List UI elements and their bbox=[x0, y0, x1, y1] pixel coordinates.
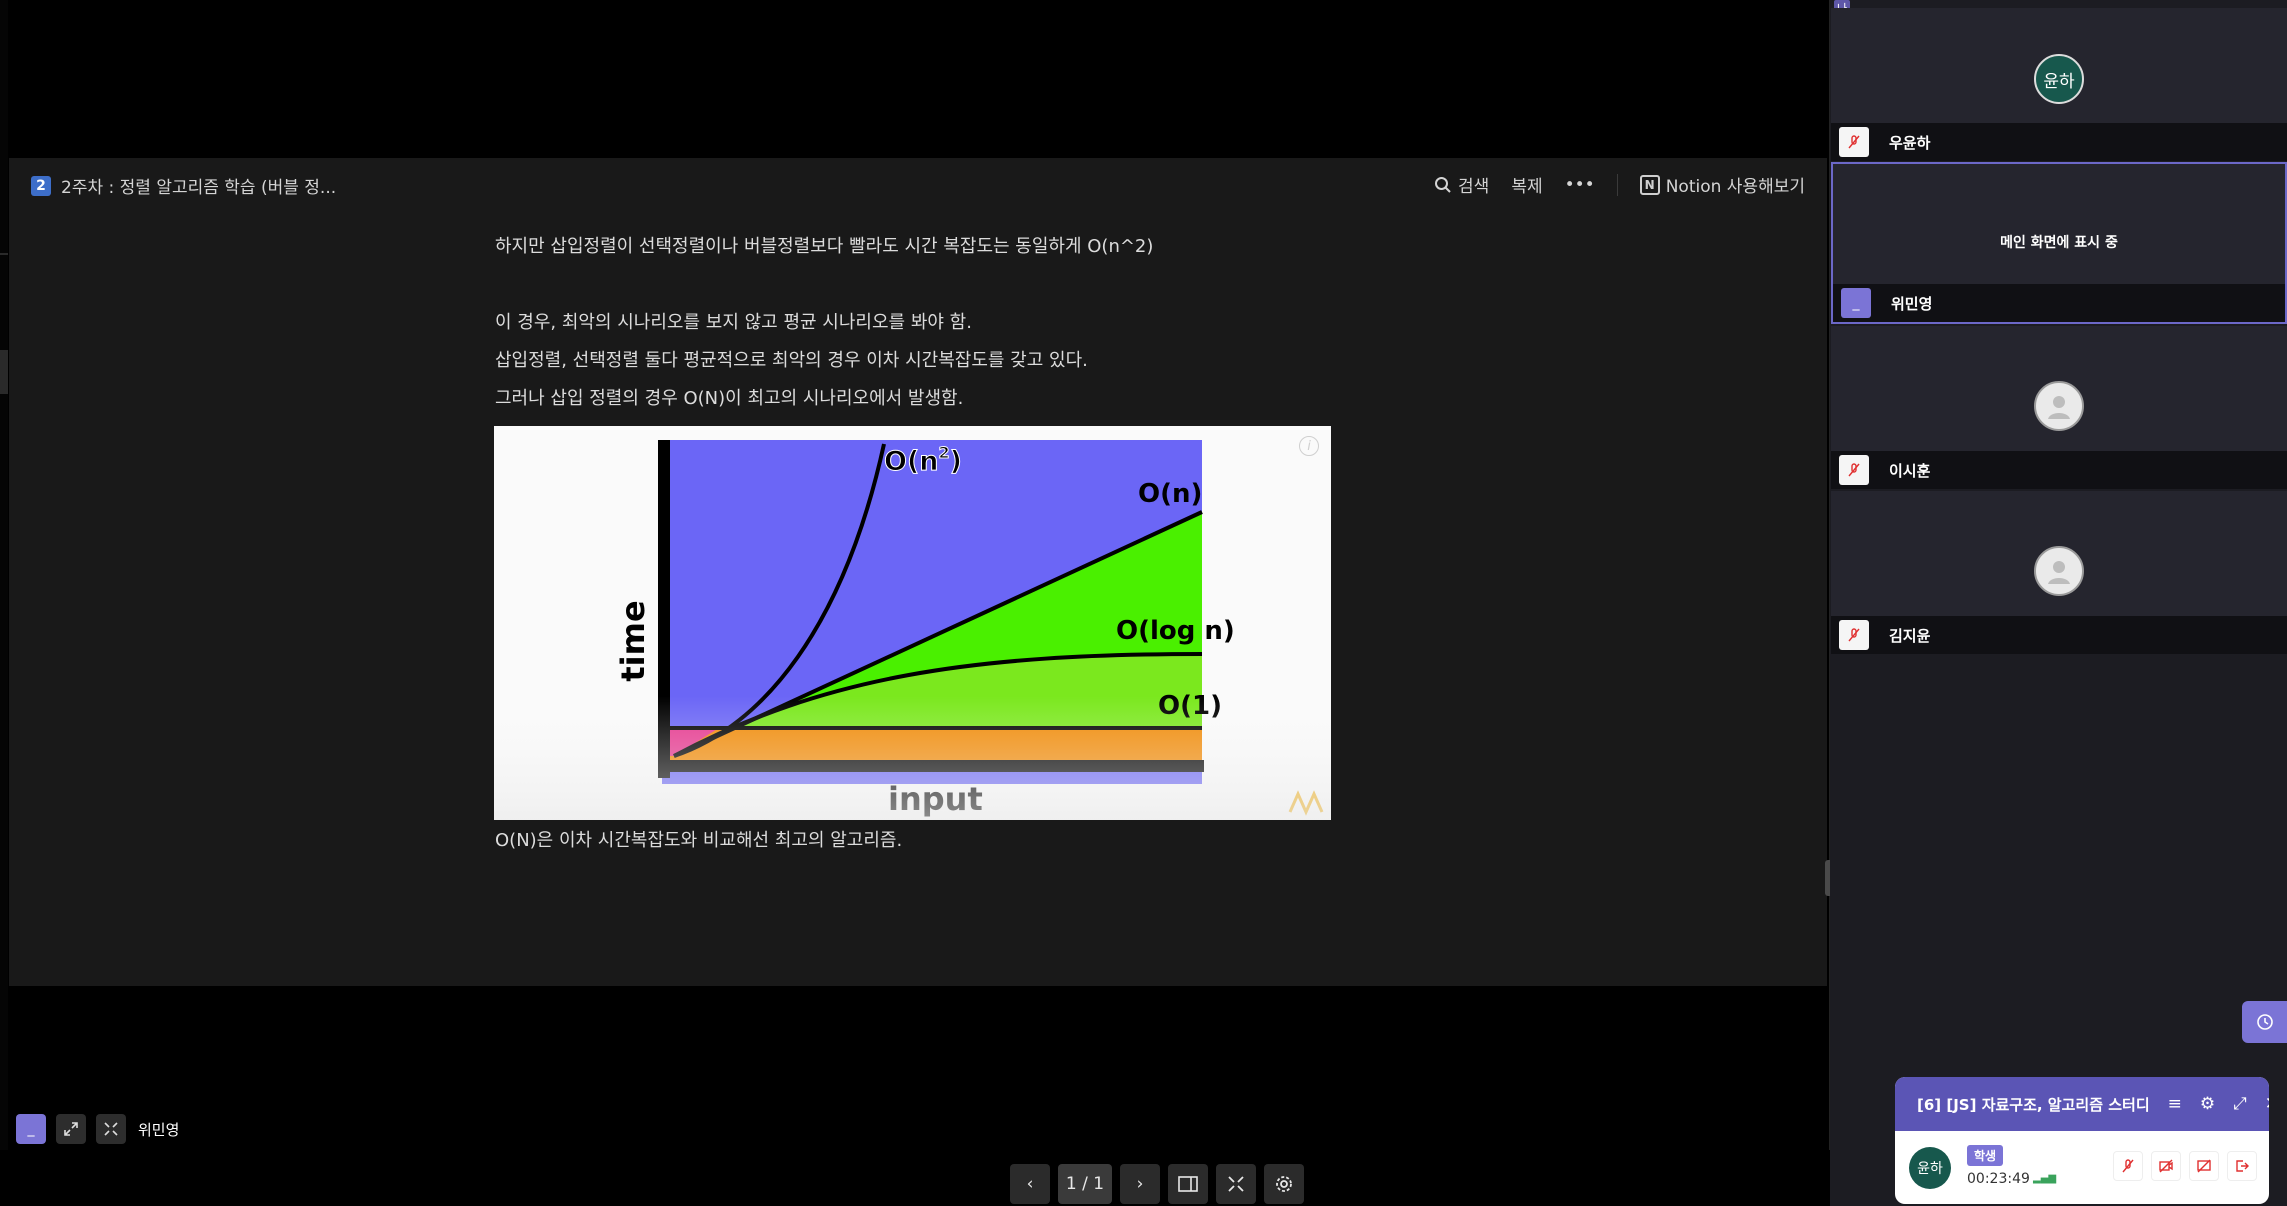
page-emoji-icon: 2 bbox=[31, 175, 51, 196]
participant-label-bar: 이시훈 bbox=[1831, 451, 2287, 489]
avatar: 윤하 bbox=[1909, 1147, 1951, 1189]
notion-logo-icon: N bbox=[1639, 174, 1660, 195]
search-icon bbox=[1435, 176, 1451, 193]
room-controls bbox=[2113, 1151, 2257, 1181]
duplicate-button[interactable]: 복제 bbox=[1511, 172, 1542, 197]
shared-screen: 2 2주차 : 정렬 알고리즘 학습 (버블 정... 검색 복제 ••• N … bbox=[0, 0, 1834, 1150]
mic-off-icon bbox=[2122, 1159, 2134, 1173]
more-button[interactable]: ••• bbox=[1565, 175, 1595, 195]
leave-icon bbox=[2236, 1160, 2249, 1172]
breadcrumb-title: 2주차 : 정렬 알고리즘 학습 (버블 정... bbox=[61, 178, 337, 198]
mic-toggle-button[interactable] bbox=[2113, 1151, 2143, 1181]
room-card: [6] [JS] 자료구조, 알고리즘 스터디 ≡ ⚙ ⤢ ✕ 윤하 학생 00… bbox=[1895, 1077, 2269, 1204]
room-body: 윤하 학생 00:23:49 ▂▄▆ bbox=[1895, 1131, 2269, 1204]
complexity-figure: O(n2) O(n) O(log n) O(1) input time i bbox=[494, 426, 1331, 820]
camera-toggle-button[interactable] bbox=[2151, 1151, 2181, 1181]
search-button[interactable]: 검색 bbox=[1434, 172, 1489, 197]
sidebar-layout-icon bbox=[1178, 1176, 1198, 1192]
paragraph: 삽입정렬, 선택정렬 둘다 평균적으로 최악의 경우 이차 시간복잡도를 갖고 … bbox=[495, 350, 1088, 371]
paragraph: 이 경우, 최악의 시나리오를 보지 않고 평균 시나리오를 봐야 함. bbox=[495, 312, 972, 333]
screen-share-toggle-button[interactable] bbox=[2189, 1151, 2219, 1181]
prev-page-button[interactable]: ‹ bbox=[1010, 1164, 1050, 1204]
fullscreen-icon bbox=[104, 1122, 118, 1136]
expand-icon bbox=[64, 1122, 78, 1136]
presenter-bar: _ 위민영 bbox=[16, 1114, 179, 1144]
bottom-fade bbox=[494, 696, 1331, 820]
participant-tile[interactable]: 김지윤 bbox=[1831, 491, 2287, 654]
close-icon[interactable]: ✕ bbox=[2265, 1094, 2269, 1114]
try-notion-label: Notion 사용해보기 bbox=[1665, 177, 1805, 197]
label-n-squared: O(n2) bbox=[884, 443, 962, 477]
notion-content: 하지만 삽입정렬이 선택정렬이나 버블정렬보다 빨라도 시간 복잡도는 동일하게… bbox=[495, 228, 1395, 418]
participant-tile-active[interactable]: 메인 화면에 표시 중 _ 위민영 bbox=[1831, 162, 2287, 324]
mic-off-icon bbox=[1839, 455, 1869, 485]
clock-icon bbox=[2256, 1014, 2273, 1030]
menu-icon[interactable]: ≡ bbox=[2168, 1094, 2182, 1114]
signal-icon: ▂▄▆ bbox=[2033, 1173, 2057, 1184]
participant-label-bar: 우윤하 bbox=[1831, 123, 2287, 161]
settings-button[interactable] bbox=[1264, 1164, 1304, 1204]
complexity-diagram: O(n2) O(n) O(log n) O(1) input time bbox=[494, 440, 1331, 820]
screen-share-off-icon bbox=[2197, 1159, 2211, 1173]
main-screen-status: 메인 화면에 표시 중 bbox=[2000, 235, 2118, 251]
layout-button[interactable] bbox=[1168, 1164, 1208, 1204]
label-n: O(n) bbox=[1138, 479, 1202, 509]
avatar-placeholder-icon bbox=[2034, 546, 2084, 596]
avatar: 윤하 bbox=[2034, 54, 2084, 104]
notion-topbar: 2 2주차 : 정렬 알고리즘 학습 (버블 정... 검색 복제 ••• N … bbox=[9, 158, 1827, 212]
page-indicator: 1 / 1 bbox=[1058, 1164, 1112, 1204]
label-log-n: O(log n) bbox=[1116, 616, 1235, 646]
participant-name: 위민영 bbox=[1891, 294, 1933, 313]
paragraph: 하지만 삽입정렬이 선택정렬이나 버블정렬보다 빨라도 시간 복잡도는 동일하게… bbox=[495, 236, 1154, 257]
participant-name: 김지윤 bbox=[1889, 626, 1931, 645]
expand-icon[interactable]: ⤢ bbox=[2233, 1094, 2247, 1114]
participant-tile[interactable]: 윤하 우윤하 bbox=[1831, 8, 2287, 161]
stage-left-edge bbox=[0, 0, 8, 1150]
timer-tab[interactable] bbox=[2242, 1001, 2287, 1043]
participant-name: 이시훈 bbox=[1889, 461, 1931, 480]
fullscreen-button[interactable] bbox=[96, 1114, 126, 1144]
mic-off-icon bbox=[1839, 127, 1869, 157]
elapsed-time: 00:23:49 bbox=[1967, 1171, 2030, 1187]
figure-caption: O(N)은 이차 시간복잡도와 비교해선 최고의 알고리즘. bbox=[495, 830, 903, 851]
edge-marker bbox=[0, 253, 8, 255]
notion-actions: 검색 복제 ••• N Notion 사용해보기 bbox=[1434, 172, 1805, 197]
gear-icon bbox=[1276, 1176, 1292, 1192]
participant-name: 우윤하 bbox=[1889, 133, 1931, 152]
pop-out-button[interactable] bbox=[56, 1114, 86, 1144]
room-header: [6] [JS] 자료구조, 알고리즘 스터디 ≡ ⚙ ⤢ ✕ bbox=[1895, 1077, 2269, 1131]
divider bbox=[1616, 173, 1618, 196]
participant-label-bar: 김지윤 bbox=[1831, 616, 2287, 654]
participant-tile[interactable]: 이시훈 bbox=[1831, 326, 2287, 489]
next-page-button[interactable]: › bbox=[1120, 1164, 1160, 1204]
mic-indicator: _ bbox=[1841, 288, 1871, 318]
fit-screen-icon bbox=[1228, 1176, 1244, 1192]
bottom-toolbar: ‹ 1 / 1 › bbox=[1010, 1164, 1304, 1204]
edge-marker bbox=[0, 350, 8, 394]
presenter-name: 위민영 bbox=[138, 1120, 180, 1139]
try-notion-button[interactable]: N Notion 사용해보기 bbox=[1639, 172, 1805, 197]
info-icon[interactable]: i bbox=[1299, 436, 1319, 456]
presenter-mic-indicator: _ bbox=[16, 1114, 46, 1144]
participant-label-bar: _ 위민영 bbox=[1833, 284, 2285, 322]
leave-button[interactable] bbox=[2227, 1151, 2257, 1181]
mic-off-icon bbox=[1839, 620, 1869, 650]
breadcrumb[interactable]: 2 2주차 : 정렬 알고리즘 학습 (버블 정... bbox=[31, 173, 336, 198]
paragraph: 그러나 삽입 정렬의 경우 O(N)이 최고의 시나리오에서 발생함. bbox=[495, 388, 964, 409]
camera-off-icon bbox=[2159, 1159, 2173, 1173]
fit-screen-button[interactable] bbox=[1216, 1164, 1256, 1204]
y-axis-label: time bbox=[614, 600, 652, 681]
gear-icon[interactable]: ⚙ bbox=[2200, 1094, 2215, 1114]
avatar-placeholder-icon bbox=[2034, 381, 2084, 431]
room-title: [6] [JS] 자료구조, 알고리즘 스터디 bbox=[1917, 1095, 2150, 1114]
role-badge: 학생 bbox=[1967, 1145, 2004, 1166]
search-label: 검색 bbox=[1458, 177, 1490, 197]
notion-page: 2 2주차 : 정렬 알고리즘 학습 (버블 정... 검색 복제 ••• N … bbox=[9, 158, 1834, 986]
